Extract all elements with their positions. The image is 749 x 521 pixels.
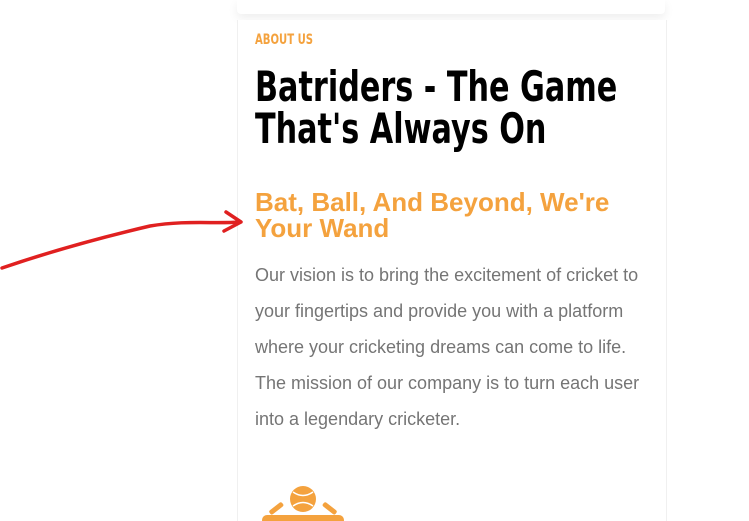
- section-subtitle: Bat, Ball, And Beyond, We're Your Wand: [255, 187, 610, 243]
- red-arrow-annotation: [0, 210, 243, 270]
- section-eyebrow: ABOUT US: [255, 32, 314, 48]
- previous-card-edge: [237, 0, 665, 14]
- vision-paragraph: Our vision is to bring the excitement of…: [255, 265, 640, 429]
- page-title: Batriders - The Game That's Always On: [255, 62, 618, 153]
- cricket-bat-ball-icon: [262, 486, 344, 521]
